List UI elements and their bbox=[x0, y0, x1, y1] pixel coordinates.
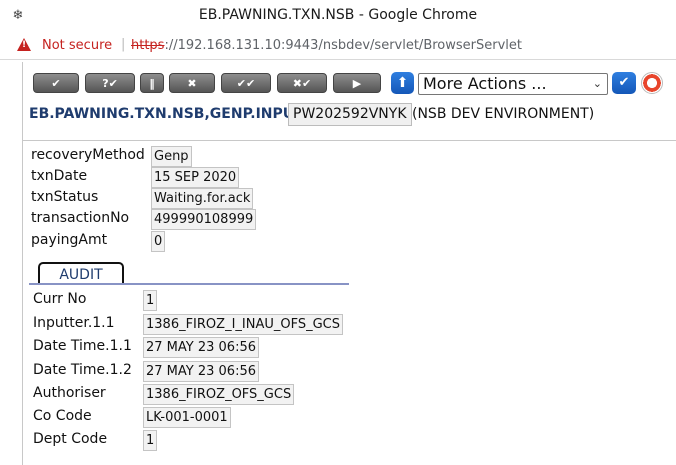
window-title: EB.PAWNING.TXN.NSB - Google Chrome bbox=[198, 7, 478, 23]
audit-label: Curr No bbox=[33, 291, 87, 307]
audit-label: Authoriser bbox=[33, 385, 106, 401]
validate-icon: ?✔ bbox=[102, 77, 118, 90]
more-actions-value: More Actions ... bbox=[423, 74, 547, 93]
field-value: 499990108999 bbox=[151, 209, 257, 230]
reverse-button[interactable]: ✖✔ bbox=[277, 73, 327, 93]
transaction-id: PW202592VNYK bbox=[288, 103, 412, 126]
authorise-button[interactable]: ✔✔ bbox=[221, 73, 271, 93]
field-label: txnDate bbox=[31, 168, 88, 184]
application-id: EB.PAWNING.TXN.NSB,GENP.INPUT bbox=[29, 106, 304, 122]
audit-value: 1 bbox=[143, 430, 158, 451]
tab-audit[interactable]: AUDIT bbox=[38, 262, 124, 284]
audit-label: Inputter.1.1 bbox=[33, 315, 115, 331]
field-label: recoveryMethod bbox=[31, 147, 145, 163]
audit-label: Dept Code bbox=[33, 431, 108, 447]
more-actions-select[interactable]: More Actions ... ⌄ bbox=[418, 73, 608, 95]
audit-value: 1386_FIROZ_I_INAU_OFS_GCS bbox=[143, 314, 344, 335]
audit-value: 27 MAY 23 06:56 bbox=[143, 361, 259, 382]
lifebuoy-help-icon[interactable] bbox=[641, 72, 663, 94]
field-label: transactionNo bbox=[31, 210, 130, 226]
not-secure-label[interactable]: Not secure bbox=[42, 38, 112, 53]
go-check-icon[interactable]: ✔ bbox=[612, 72, 636, 94]
environment-label: (NSB DEV ENVIRONMENT) bbox=[412, 106, 595, 122]
address-bar[interactable]: ! Not secure | https://192.168.131.10:94… bbox=[0, 33, 676, 60]
field-value: 15 SEP 2020 bbox=[151, 167, 240, 188]
warning-icon[interactable]: ! bbox=[17, 38, 31, 51]
audit-label: Date Time.1.2 bbox=[33, 362, 132, 378]
chevron-down-icon: ⌄ bbox=[592, 77, 602, 90]
reverse-icon: ✖✔ bbox=[292, 77, 312, 90]
url-path: ://192.168.131.10:9443/nsbdev/servlet/Br… bbox=[164, 38, 522, 53]
audit-label: Co Code bbox=[33, 408, 92, 424]
check-icon: ✔ bbox=[51, 77, 61, 90]
delete-icon: ✖ bbox=[187, 77, 197, 90]
audit-value: 27 MAY 23 06:56 bbox=[143, 337, 259, 358]
hold-icon: ‖ bbox=[149, 77, 155, 90]
next-icon: ▶ bbox=[352, 77, 362, 90]
field-value: 0 bbox=[151, 231, 166, 252]
window-titlebar: ❄ EB.PAWNING.TXN.NSB - Google Chrome bbox=[0, 0, 676, 34]
audit-value: LK-001-0001 bbox=[143, 407, 231, 428]
validate-button[interactable]: ?✔ bbox=[85, 73, 135, 93]
delete-button[interactable]: ✖ bbox=[169, 73, 215, 93]
content-frame: ✔ ?✔ ‖ ✖ ✔✔ ✖✔ ▶ ⬆ More Actions ... ⌄ ✔ … bbox=[22, 62, 676, 465]
field-label: txnStatus bbox=[31, 189, 99, 205]
next-button[interactable]: ▶ bbox=[333, 73, 381, 93]
field-value: Genp bbox=[151, 146, 192, 167]
commit-button[interactable]: ✔ bbox=[33, 73, 79, 93]
field-label: payingAmt bbox=[31, 232, 108, 248]
audit-value: 1 bbox=[143, 290, 158, 311]
address-separator: | bbox=[121, 37, 126, 52]
transaction-toolbar: ✔ ?✔ ‖ ✖ ✔✔ ✖✔ ▶ ⬆ More Actions ... ⌄ ✔ … bbox=[23, 62, 676, 141]
field-value: Waiting.for.ack bbox=[151, 188, 254, 209]
url-text[interactable]: https://192.168.131.10:9443/nsbdev/servl… bbox=[131, 38, 522, 53]
up-arrow-icon[interactable]: ⬆ bbox=[391, 72, 414, 94]
audit-value: 1386_FIROZ_OFS_GCS bbox=[143, 384, 295, 405]
tab-underline bbox=[29, 283, 349, 285]
url-scheme: https bbox=[131, 38, 165, 53]
authorise-icon: ✔✔ bbox=[236, 77, 256, 90]
hold-button[interactable]: ‖ bbox=[140, 73, 164, 93]
audit-label: Date Time.1.1 bbox=[33, 338, 132, 354]
